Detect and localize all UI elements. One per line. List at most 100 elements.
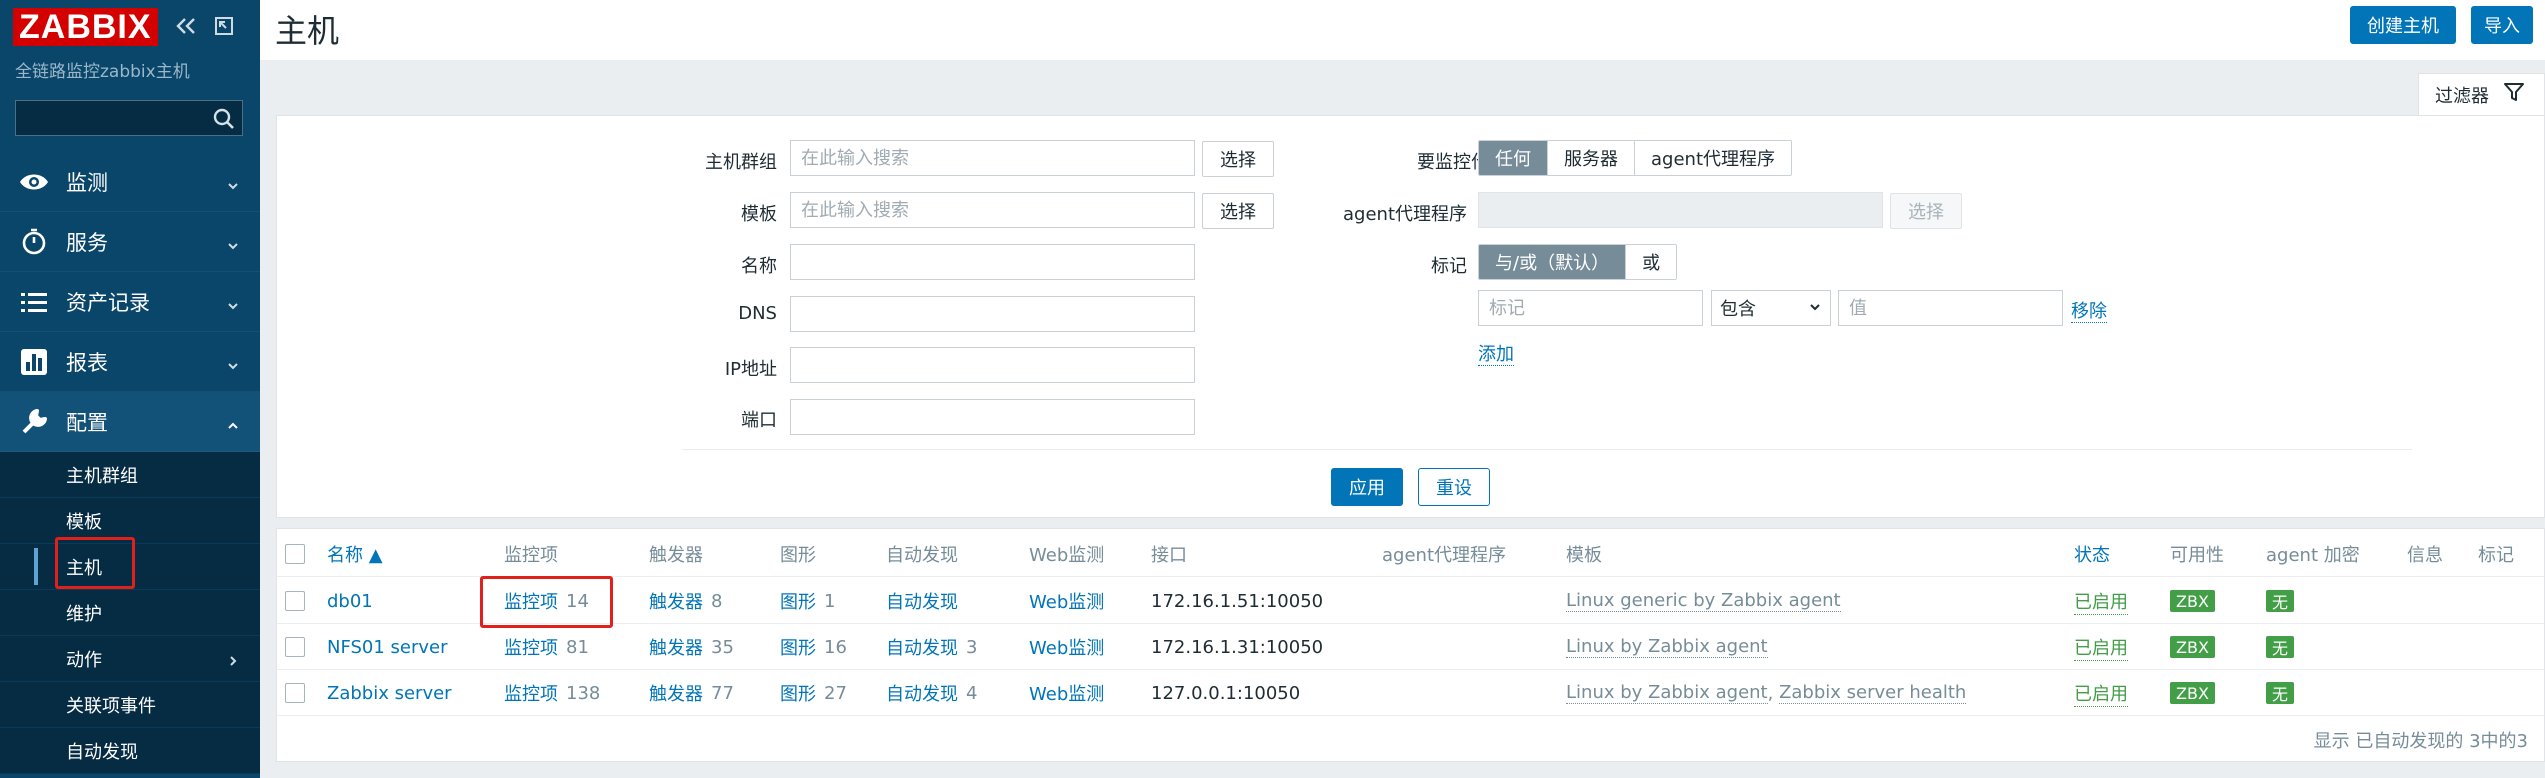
- templates-input[interactable]: [790, 192, 1195, 228]
- monitored-by-server[interactable]: 服务器: [1548, 141, 1635, 175]
- chevron-down-icon: [226, 234, 240, 258]
- bar-chart-icon: [18, 346, 50, 378]
- submenu-hosts[interactable]: 主机: [0, 544, 260, 590]
- monitored-by-proxy[interactable]: agent代理程序: [1635, 141, 1791, 175]
- discovery-link[interactable]: 自动发现: [886, 680, 958, 706]
- zabbix-logo[interactable]: ZABBIX: [13, 8, 158, 46]
- submenu-host-groups[interactable]: 主机群组: [0, 452, 260, 498]
- name-input[interactable]: [790, 244, 1195, 280]
- web-link[interactable]: Web监测: [1029, 670, 1104, 716]
- items-link[interactable]: 监控项: [504, 680, 558, 706]
- submenu-discovery[interactable]: 自动发现: [0, 728, 260, 774]
- discovery-cell: 自动发现 4: [886, 670, 977, 716]
- status-toggle[interactable]: 已启用: [2074, 588, 2128, 615]
- tags-mode-and-or[interactable]: 与/或（默认）: [1479, 245, 1627, 279]
- status-toggle[interactable]: 已启用: [2074, 634, 2128, 661]
- dns-input[interactable]: [790, 296, 1195, 332]
- dns-label: DNS: [738, 303, 777, 324]
- filter-tab[interactable]: 过滤器: [2418, 73, 2545, 115]
- row-checkbox[interactable]: [285, 683, 305, 703]
- items-link[interactable]: 监控项: [504, 588, 558, 614]
- status-toggle[interactable]: 已启用: [2074, 680, 2128, 707]
- items-link[interactable]: 监控项: [504, 634, 558, 660]
- apply-button[interactable]: 应用: [1331, 468, 1403, 506]
- graphs-cell: 图形 1: [780, 578, 835, 624]
- template-link[interactable]: Linux generic by Zabbix agent: [1566, 590, 1841, 612]
- template-separator: ,: [1767, 682, 1780, 704]
- proxy-input[interactable]: [1478, 192, 1883, 228]
- column-discovery: 自动发现: [886, 545, 958, 566]
- select-all-checkbox[interactable]: [285, 544, 305, 564]
- collapse-sidebar-icon[interactable]: [172, 12, 200, 40]
- search-icon[interactable]: [212, 107, 236, 136]
- templates-select-button[interactable]: 选择: [1202, 193, 1274, 229]
- host-groups-input[interactable]: [790, 140, 1195, 176]
- tag-operator-select[interactable]: 包含: [1711, 290, 1831, 326]
- menu-reports[interactable]: 报表: [0, 332, 260, 392]
- create-host-button[interactable]: 创建主机: [2350, 6, 2456, 44]
- proxy-select-button[interactable]: 选择: [1890, 193, 1962, 229]
- triggers-link[interactable]: 触发器: [649, 588, 703, 614]
- graphs-link[interactable]: 图形: [780, 634, 816, 660]
- host-groups-select-button[interactable]: 选择: [1202, 141, 1274, 177]
- remove-tag-link[interactable]: 移除: [2071, 301, 2107, 323]
- column-name[interactable]: 名称 ▲: [327, 531, 383, 577]
- chevron-right-icon: [226, 652, 240, 673]
- triggers-cell: 触发器 35: [649, 624, 734, 670]
- menu-monitoring[interactable]: 监测: [0, 152, 260, 212]
- tag-value-input[interactable]: [1838, 290, 2063, 326]
- column-info: 信息: [2407, 545, 2443, 566]
- template-link[interactable]: Zabbix server health: [1779, 682, 1967, 704]
- column-status[interactable]: 状态: [2074, 531, 2110, 577]
- host-name-link[interactable]: Zabbix server: [327, 670, 452, 716]
- availability-cell: ZBX: [2170, 624, 2215, 670]
- submenu-event-correlation[interactable]: 关联项事件: [0, 682, 260, 728]
- template-link[interactable]: Linux by Zabbix agent: [1566, 682, 1768, 704]
- sidebar-search-input[interactable]: [15, 100, 243, 136]
- column-tags: 标记: [2478, 545, 2514, 566]
- row-checkbox[interactable]: [285, 637, 305, 657]
- reset-button[interactable]: 重设: [1418, 468, 1490, 506]
- eye-icon: [18, 166, 50, 198]
- graphs-count: 27: [824, 682, 847, 704]
- menu-label: 资产记录: [66, 290, 150, 315]
- menu-services[interactable]: 服务: [0, 212, 260, 272]
- monitored-by-any[interactable]: 任何: [1479, 141, 1548, 175]
- graphs-link[interactable]: 图形: [780, 680, 816, 706]
- kiosk-mode-icon[interactable]: [210, 12, 238, 40]
- host-name-link[interactable]: NFS01 server: [327, 624, 448, 670]
- host-name-link[interactable]: db01: [327, 578, 373, 624]
- column-proxy: agent代理程序: [1382, 545, 1506, 566]
- zbx-availability-badge[interactable]: ZBX: [2170, 636, 2215, 658]
- triggers-link[interactable]: 触发器: [649, 680, 703, 706]
- menu-inventory[interactable]: 资产记录: [0, 272, 260, 332]
- discovery-link[interactable]: 自动发现: [886, 634, 958, 660]
- items-cell: 监控项 14: [504, 578, 589, 624]
- menu-label: 报表: [66, 350, 108, 375]
- row-checkbox[interactable]: [285, 591, 305, 611]
- import-button[interactable]: 导入: [2471, 6, 2533, 44]
- discovery-cell: 自动发现: [886, 578, 966, 624]
- submenu-maintenance[interactable]: 维护: [0, 590, 260, 636]
- web-link[interactable]: Web监测: [1029, 624, 1104, 670]
- proxy-label: agent代理程序: [1343, 204, 1467, 225]
- ip-input[interactable]: [790, 347, 1195, 383]
- zbx-availability-badge[interactable]: ZBX: [2170, 590, 2215, 612]
- graphs-link[interactable]: 图形: [780, 588, 816, 614]
- tag-name-input[interactable]: [1478, 290, 1703, 326]
- submenu-actions[interactable]: 动作: [0, 636, 260, 682]
- port-input[interactable]: [790, 399, 1195, 435]
- tags-mode-or[interactable]: 或: [1626, 245, 1677, 279]
- submenu-templates[interactable]: 模板: [0, 498, 260, 544]
- menu-configuration[interactable]: 配置: [0, 392, 260, 452]
- add-tag-link[interactable]: 添加: [1478, 344, 1514, 366]
- interface-value: 172.16.1.51:10050: [1151, 590, 1324, 612]
- discovery-link[interactable]: 自动发现: [886, 588, 958, 614]
- templates-cell: Linux generic by Zabbix agent: [1566, 578, 1841, 624]
- main-menu: 监测 服务 资产记录 报表 配置 主机群组 模板 主机 维护 动作 关联项事件 …: [0, 152, 260, 774]
- template-link[interactable]: Linux by Zabbix agent: [1566, 636, 1768, 658]
- web-link[interactable]: Web监测: [1029, 578, 1104, 624]
- zbx-availability-badge[interactable]: ZBX: [2170, 682, 2215, 704]
- interface-value: 127.0.0.1:10050: [1151, 682, 1301, 704]
- triggers-link[interactable]: 触发器: [649, 634, 703, 660]
